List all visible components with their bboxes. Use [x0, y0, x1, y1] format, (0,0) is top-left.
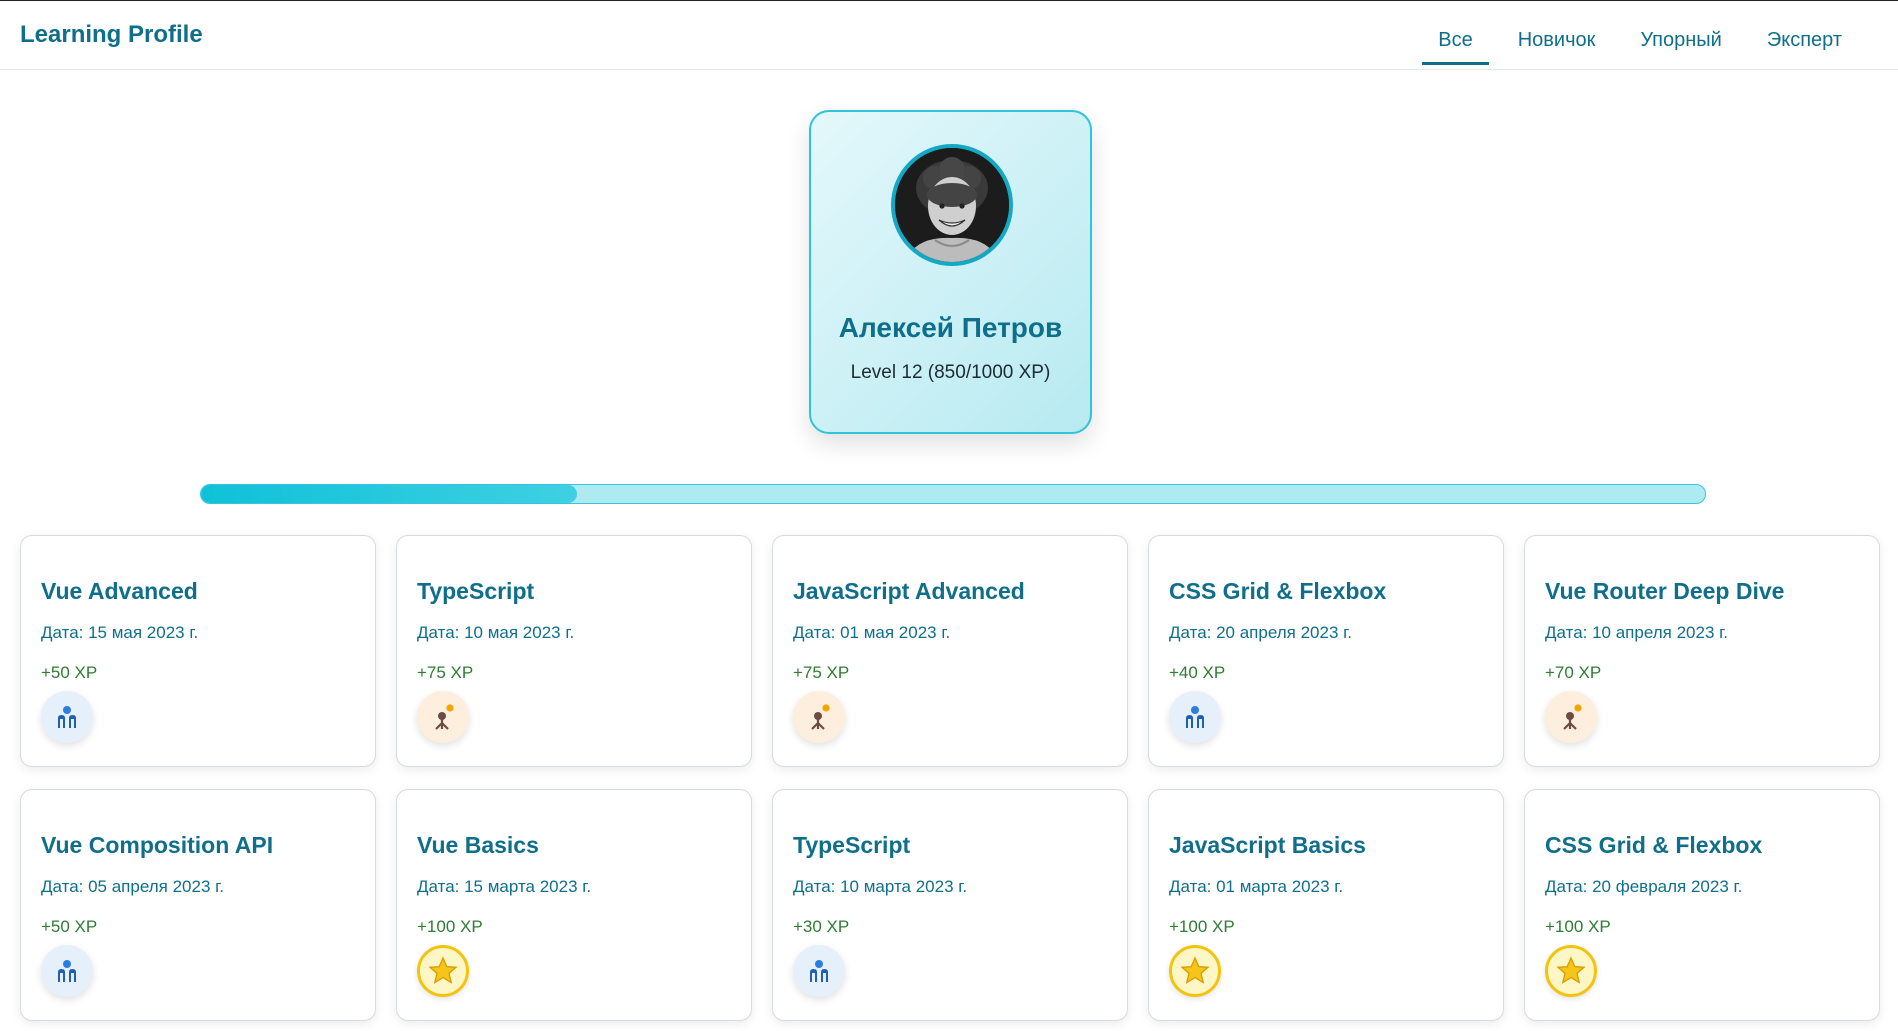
- tab-novice[interactable]: Новичок: [1502, 21, 1612, 65]
- course-card[interactable]: CSS Grid & Flexbox Дата: 20 апреля 2023 …: [1148, 535, 1504, 767]
- avatar-portrait-icon: [895, 148, 1009, 262]
- course-xp: +100 XP: [1169, 917, 1235, 936]
- course-xp: +50 XP: [41, 917, 98, 936]
- course-xp: +75 XP: [417, 663, 474, 682]
- course-xp: +100 XP: [1545, 917, 1611, 936]
- course-title: Vue Composition API: [41, 832, 274, 858]
- course-card[interactable]: Vue Router Deep Dive Дата: 10 апреля 202…: [1524, 535, 1880, 767]
- course-badge: [41, 691, 93, 743]
- course-xp: +75 XP: [793, 663, 850, 682]
- tab-expert[interactable]: Эксперт: [1751, 21, 1858, 65]
- course-card[interactable]: JavaScript Basics Дата: 01 марта 2023 г.…: [1148, 789, 1504, 1021]
- course-badge: [793, 945, 845, 997]
- course-badge: [1545, 691, 1597, 743]
- star-icon: [1180, 956, 1210, 984]
- easel-icon: [435, 704, 454, 730]
- course-date: Дата: 20 февраля 2023 г.: [1545, 877, 1743, 896]
- course-grid: Vue Advanced Дата: 15 мая 2023 г. +50 XP…: [20, 535, 1882, 1021]
- course-date: Дата: 05 апреля 2023 г.: [41, 877, 224, 896]
- avatar: [891, 144, 1013, 266]
- course-badge: [41, 945, 93, 997]
- people-icon: [58, 960, 76, 982]
- star-icon: [1556, 956, 1586, 984]
- course-date: Дата: 20 апреля 2023 г.: [1169, 623, 1352, 642]
- course-badge: [1169, 945, 1221, 997]
- brand-title: Learning Profile: [20, 21, 203, 48]
- course-date: Дата: 01 мая 2023 г.: [793, 623, 951, 642]
- course-card[interactable]: Vue Basics Дата: 15 марта 2023 г. +100 X…: [396, 789, 752, 1021]
- profile-level: Level 12 (850/1000 XP): [850, 362, 1051, 383]
- course-title: Vue Basics: [417, 832, 539, 858]
- course-card[interactable]: CSS Grid & Flexbox Дата: 20 февраля 2023…: [1524, 789, 1880, 1021]
- star-icon: [428, 956, 458, 984]
- people-icon: [58, 706, 76, 728]
- course-card[interactable]: JavaScript Advanced Дата: 01 мая 2023 г.…: [772, 535, 1128, 767]
- easel-icon: [811, 704, 830, 730]
- course-xp: +40 XP: [1169, 663, 1226, 682]
- course-xp: +30 XP: [793, 917, 850, 936]
- easel-icon: [1563, 704, 1582, 730]
- course-date: Дата: 10 марта 2023 г.: [793, 877, 968, 896]
- course-date: Дата: 01 марта 2023 г.: [1169, 877, 1344, 896]
- course-xp: +70 XP: [1545, 663, 1602, 682]
- course-date: Дата: 15 марта 2023 г.: [417, 877, 592, 896]
- profile-name: Алексей Петров: [838, 312, 1063, 343]
- course-date: Дата: 10 мая 2023 г.: [417, 623, 575, 642]
- course-title: TypeScript: [417, 578, 535, 604]
- people-icon: [1186, 706, 1204, 728]
- course-card[interactable]: TypeScript Дата: 10 марта 2023 г. +30 XP: [772, 789, 1128, 1021]
- course-xp: +50 XP: [41, 663, 98, 682]
- course-xp: +100 XP: [417, 917, 483, 936]
- course-badge: [1169, 691, 1221, 743]
- tab-all[interactable]: Все: [1422, 21, 1489, 65]
- course-title: Vue Router Deep Dive: [1545, 578, 1785, 604]
- course-title: JavaScript Basics: [1169, 832, 1366, 858]
- course-title: Vue Advanced: [41, 578, 198, 604]
- course-date: Дата: 10 апреля 2023 г.: [1545, 623, 1728, 642]
- tab-persistent[interactable]: Упорный: [1624, 21, 1737, 65]
- profile-card: Алексей Петров Level 12 (850/1000 XP): [809, 110, 1092, 434]
- people-icon: [810, 960, 828, 982]
- course-title: JavaScript Advanced: [793, 578, 1025, 604]
- course-badge: [793, 691, 845, 743]
- xp-progress-fill: [201, 485, 577, 503]
- course-card[interactable]: Vue Advanced Дата: 15 мая 2023 г. +50 XP: [20, 535, 376, 767]
- course-title: CSS Grid & Flexbox: [1545, 832, 1763, 858]
- course-title: CSS Grid & Flexbox: [1169, 578, 1387, 604]
- course-date: Дата: 15 мая 2023 г.: [41, 623, 199, 642]
- course-badge: [1545, 945, 1597, 997]
- course-title: TypeScript: [793, 832, 911, 858]
- top-navbar: Learning Profile Все Новичок Упорный Экс…: [0, 0, 1898, 70]
- course-badge: [417, 945, 469, 997]
- xp-progress-bar: [200, 484, 1706, 504]
- course-badge: [417, 691, 469, 743]
- course-card[interactable]: Vue Composition API Дата: 05 апреля 2023…: [20, 789, 376, 1021]
- filter-tabs: Все Новичок Упорный Эксперт: [1409, 21, 1858, 65]
- course-card[interactable]: TypeScript Дата: 10 мая 2023 г. +75 XP: [396, 535, 752, 767]
